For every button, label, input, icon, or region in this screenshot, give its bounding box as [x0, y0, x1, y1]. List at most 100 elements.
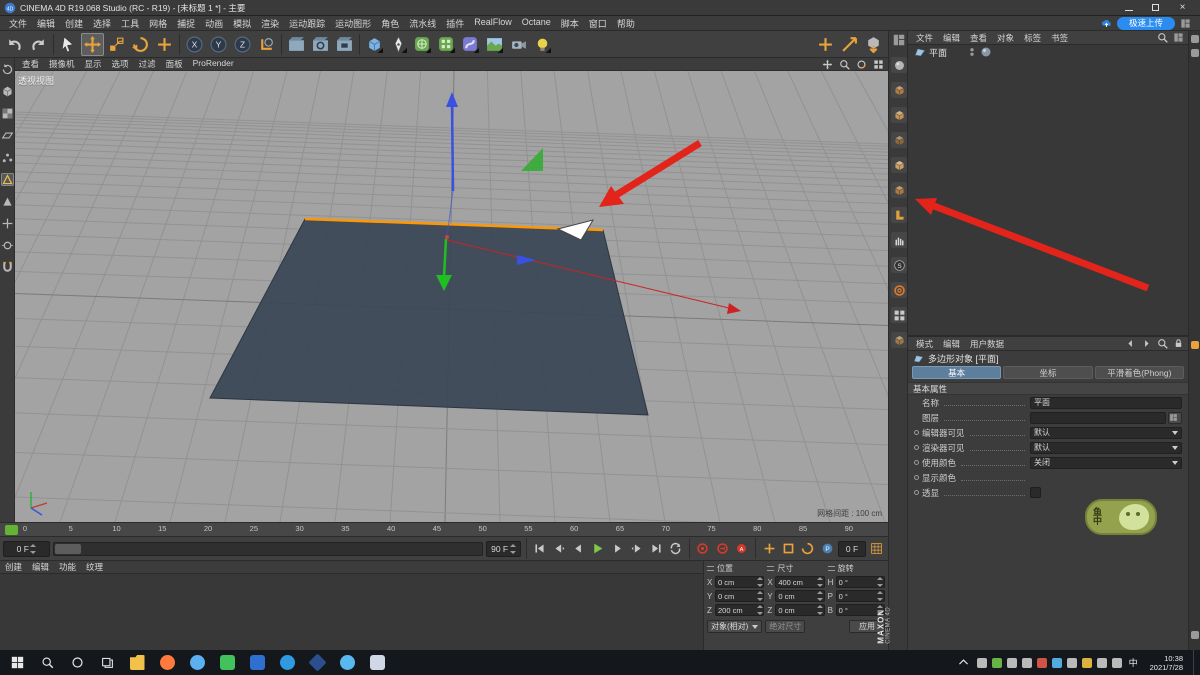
edges-mode-button[interactable] — [0, 173, 14, 186]
tab-phong[interactable]: 平滑着色(Phong) — [1094, 366, 1184, 379]
primitive-cube-dropdown[interactable] — [363, 33, 386, 56]
xray-checkbox[interactable] — [1030, 487, 1041, 498]
phong-tag-icon[interactable] — [980, 46, 992, 58]
show-desktop-button[interactable] — [1193, 650, 1198, 675]
layer-browser-button[interactable] — [1168, 411, 1182, 424]
tray-expand-icon[interactable] — [956, 650, 972, 675]
key-parameter-toggle[interactable]: P — [819, 540, 835, 558]
search-icon[interactable] — [1156, 31, 1169, 44]
autokey-button[interactable]: A — [733, 540, 749, 558]
axis-arrows-icon[interactable] — [838, 33, 861, 56]
tab-coordinates[interactable]: 坐标 — [1003, 366, 1093, 379]
taskbar-app-wechat[interactable] — [212, 650, 242, 675]
keyframe-dot-icon[interactable] — [914, 445, 919, 450]
edge-icon-active[interactable] — [1191, 341, 1199, 349]
search-icon[interactable] — [1156, 337, 1169, 350]
keyframe-dot-icon[interactable] — [914, 430, 919, 435]
section-basic-properties[interactable]: 基本属性 — [908, 382, 1188, 395]
strip-cube-tan-icon[interactable] — [891, 157, 907, 173]
taskbar-app-file-explorer[interactable] — [122, 650, 152, 675]
redo-button[interactable] — [27, 33, 50, 56]
key-position-toggle[interactable] — [761, 540, 777, 558]
viewport-menu-item-5[interactable]: 面板 — [161, 58, 188, 70]
current-frame-field[interactable]: 0 F — [838, 540, 866, 557]
goto-start-button[interactable] — [532, 540, 548, 558]
object-row-plane[interactable]: 平面 — [908, 45, 1188, 59]
polygons-mode-button[interactable] — [1, 195, 14, 208]
keyframe-dot-icon[interactable] — [914, 490, 919, 495]
render-settings-button[interactable] — [309, 33, 332, 56]
attribute-menu-item-1[interactable]: 编辑 — [938, 338, 965, 350]
lock-z-button[interactable]: Z — [231, 33, 254, 56]
camera-button[interactable] — [507, 33, 530, 56]
stepper-icon[interactable] — [31, 544, 36, 554]
size-mode-select[interactable]: 绝对尺寸 — [765, 620, 806, 633]
key-scale-toggle[interactable] — [780, 540, 796, 558]
model-mode-button[interactable] — [1, 85, 14, 98]
task-view-icon[interactable] — [92, 650, 122, 675]
stepper-icon[interactable] — [818, 605, 823, 615]
pan-view-icon[interactable] — [820, 58, 835, 70]
strip-sphere-icon[interactable] — [891, 57, 907, 73]
use-color-dropdown[interactable]: 关闭 — [1030, 456, 1182, 469]
stepper-icon[interactable] — [757, 591, 762, 601]
taskbar-app-app-blue-light[interactable] — [182, 650, 212, 675]
scale-tool-button[interactable] — [105, 33, 128, 56]
rotate-view-icon[interactable] — [854, 58, 869, 70]
cloud-upload-icon[interactable] — [1100, 17, 1113, 30]
previous-frame-button[interactable] — [570, 540, 586, 558]
menu-item-8[interactable]: 模拟 — [228, 17, 256, 30]
attribute-menu-item-2[interactable]: 用户数据 — [965, 338, 1009, 350]
viewport-solo-button[interactable] — [1, 239, 14, 252]
menu-item-4[interactable]: 工具 — [116, 17, 144, 30]
tray-icon-cloud[interactable] — [976, 657, 987, 668]
tray-icon-blue[interactable] — [1051, 657, 1062, 668]
maximize-button[interactable] — [1142, 0, 1169, 15]
upload-button[interactable]: 极速上传 — [1116, 16, 1175, 30]
material-manager-area[interactable] — [0, 574, 703, 650]
tray-icon-gray1[interactable] — [1066, 657, 1077, 668]
strip-grid-icon[interactable] — [891, 307, 907, 323]
spline-pen-dropdown[interactable] — [387, 33, 410, 56]
viewport-menu-item-2[interactable]: 显示 — [80, 58, 107, 70]
deformer-dropdown[interactable] — [459, 33, 482, 56]
current-frame-marker[interactable] — [5, 525, 18, 535]
menu-item-6[interactable]: 捕捉 — [172, 17, 200, 30]
keyframe-selection-button[interactable] — [714, 540, 730, 558]
viewport-menu-item-6[interactable]: ProRender — [188, 58, 239, 70]
menu-item-15[interactable]: RealFlow — [469, 17, 517, 30]
axis-plus-icon[interactable] — [814, 33, 837, 56]
taskbar-app-qq[interactable] — [332, 650, 362, 675]
stepper-icon[interactable] — [510, 544, 515, 554]
object-manager-menu-item-3[interactable]: 对象 — [992, 32, 1019, 44]
timeline-slider[interactable] — [52, 541, 483, 556]
stepper-icon[interactable] — [878, 591, 883, 601]
attribute-menu-item-0[interactable]: 模式 — [911, 338, 938, 350]
taskbar-clock[interactable]: 10:38 2021/7/28 — [1150, 654, 1183, 672]
edge-icon[interactable] — [1191, 35, 1199, 43]
tray-icon-red[interactable] — [1036, 657, 1047, 668]
taskbar-app-app-light[interactable] — [362, 650, 392, 675]
menu-item-11[interactable]: 运动图形 — [330, 17, 376, 30]
close-button[interactable]: × — [1169, 0, 1196, 15]
rotation-p-field[interactable]: 0 ° — [835, 590, 885, 602]
viewport-menu-item-3[interactable]: 选项 — [107, 58, 134, 70]
menu-item-2[interactable]: 创建 — [60, 17, 88, 30]
taskbar-app-app-blue-square[interactable] — [242, 650, 272, 675]
size-z-field[interactable]: 0 cm — [775, 604, 825, 616]
record-keyframe-button[interactable] — [695, 540, 711, 558]
object-name[interactable]: 平面 — [929, 46, 947, 59]
make-editable-icon[interactable] — [862, 33, 885, 56]
subdivision-surface-dropdown[interactable] — [411, 33, 434, 56]
taskbar-search-icon[interactable] — [32, 650, 62, 675]
menu-item-7[interactable]: 动画 — [200, 17, 228, 30]
cortana-icon[interactable] — [62, 650, 92, 675]
strip-cube-dark-icon[interactable] — [891, 132, 907, 148]
make-editable-button[interactable] — [1, 63, 14, 76]
edge-icon[interactable] — [1191, 49, 1199, 57]
menu-icon[interactable] — [827, 566, 835, 571]
workplane-mode-button[interactable] — [1, 129, 14, 142]
cloner-dropdown[interactable] — [435, 33, 458, 56]
position-z-field[interactable]: 200 cm — [715, 604, 765, 616]
snap-button[interactable] — [1, 261, 14, 274]
